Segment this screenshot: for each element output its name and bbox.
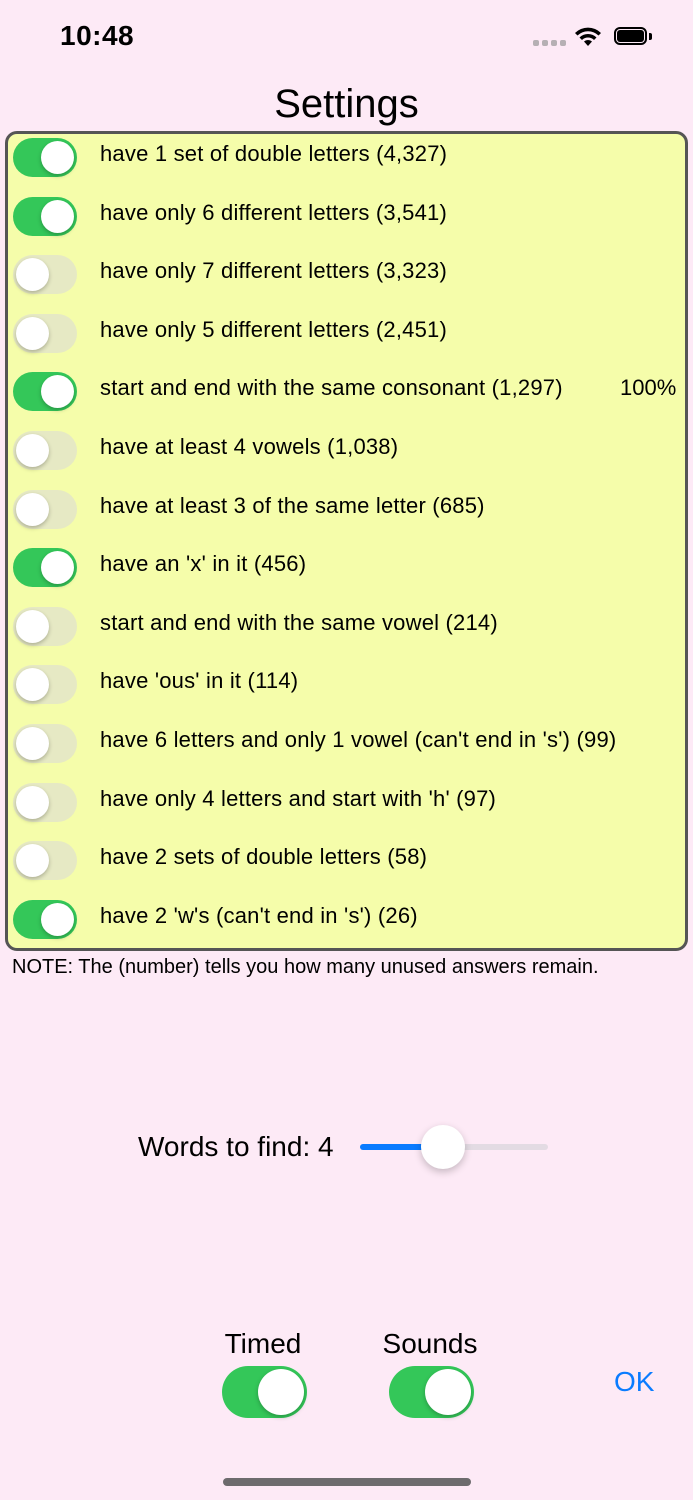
note-text: NOTE: The (number) tells you how many un…	[12, 956, 599, 978]
rule-label: have only 7 different letters (3,323)	[100, 258, 447, 284]
rule-row: start and end with the same consonant (1…	[8, 368, 691, 427]
rules-list: have 1 set of double letters (4,327) have…	[5, 131, 688, 951]
toggle-knob	[41, 199, 74, 233]
rule-toggle[interactable]	[13, 372, 77, 412]
rule-toggle[interactable]	[13, 724, 77, 763]
rule-row: have 'ous' in it (114)	[8, 661, 691, 720]
toggle-knob	[41, 902, 74, 936]
battery-icon	[614, 27, 652, 47]
toggle-knob	[16, 258, 49, 292]
rule-toggle[interactable]	[13, 899, 77, 939]
timed-label: Timed	[224, 1328, 302, 1359]
rule-row: have only 6 different letters (3,541)	[8, 193, 691, 252]
rule-row: have an 'x' in it (456)	[8, 544, 691, 603]
toggle-knob	[425, 1369, 471, 1415]
status-time: 10:48	[60, 20, 135, 51]
words-to-find-slider[interactable]	[360, 1125, 548, 1169]
rule-label: have at least 3 of the same letter (685)	[100, 492, 485, 518]
toggle-knob	[16, 434, 49, 467]
rule-row: have at least 4 vowels (1,038)	[8, 427, 691, 486]
status-bar: 10:48	[0, 0, 693, 80]
slider-thumb[interactable]	[420, 1125, 465, 1169]
rule-toggle[interactable]	[13, 255, 77, 295]
rule-percent: 100%	[620, 375, 677, 401]
toggle-knob	[16, 609, 49, 643]
rule-label: have an 'x' in it (456)	[100, 551, 307, 577]
rule-row: have 1 set of double letters (4,327)	[8, 134, 691, 193]
rule-toggle[interactable]	[13, 841, 77, 881]
rule-row: have at least 3 of the same letter (685)	[8, 486, 691, 545]
rule-row: have 6 letters and only 1 vowel (can't e…	[8, 720, 691, 779]
cellular-signal-icon	[533, 40, 566, 46]
rule-row: have 2 sets of double letters (58)	[8, 837, 691, 896]
rule-label: start and end with the same consonant (1…	[100, 375, 563, 401]
wifi-icon	[575, 27, 601, 46]
rule-row: have 2 'w's (can't end in 's') (26)	[8, 896, 691, 955]
rule-label: have only 6 different letters (3,541)	[100, 199, 447, 225]
slider-fill	[360, 1144, 431, 1150]
toggle-knob	[258, 1369, 304, 1415]
rule-toggle[interactable]	[13, 431, 77, 470]
rule-label: have 2 'w's (can't end in 's') (26)	[100, 902, 418, 928]
rule-label: have 6 letters and only 1 vowel (can't e…	[100, 727, 617, 752]
words-to-find-label: Words to find: 4	[138, 1131, 334, 1162]
rule-toggle[interactable]	[13, 782, 77, 822]
toggle-knob	[41, 551, 74, 585]
rule-toggle[interactable]	[13, 665, 77, 705]
timed-toggle[interactable]	[222, 1366, 307, 1418]
toggle-knob	[41, 375, 74, 409]
rule-label: have 'ous' in it (114)	[100, 668, 299, 694]
toggle-knob	[16, 492, 49, 526]
rule-label: have only 4 letters and start with 'h' (…	[100, 785, 497, 811]
toggle-knob	[16, 668, 49, 702]
rule-toggle[interactable]	[13, 196, 77, 236]
page-title: Settings	[274, 82, 419, 126]
toggle-knob	[41, 141, 74, 174]
sounds-toggle[interactable]	[389, 1366, 474, 1418]
toggle-knob	[16, 844, 49, 878]
rule-row: start and end with the same vowel (214)	[8, 603, 691, 662]
rule-toggle[interactable]	[13, 489, 77, 529]
toggle-knob	[16, 785, 49, 819]
rule-toggle[interactable]	[13, 138, 77, 177]
rule-label: have only 5 different letters (2,451)	[100, 316, 447, 342]
rule-toggle[interactable]	[13, 548, 77, 588]
rule-row: have only 5 different letters (2,451)	[8, 310, 691, 369]
home-indicator	[223, 1478, 471, 1486]
rule-toggle[interactable]	[13, 313, 77, 353]
rule-label: have 2 sets of double letters (58)	[100, 844, 428, 870]
sounds-label: Sounds	[382, 1328, 478, 1359]
rule-row: have only 7 different letters (3,323)	[8, 251, 691, 310]
rule-row: have only 4 letters and start with 'h' (…	[8, 779, 691, 838]
rule-label: start and end with the same vowel (214)	[100, 609, 498, 635]
rule-label: have 1 set of double letters (4,327)	[100, 141, 448, 166]
toggle-knob	[16, 316, 49, 350]
toggle-knob	[16, 727, 49, 760]
rule-label: have at least 4 vowels (1,038)	[100, 434, 399, 459]
ok-button[interactable]: OK	[614, 1366, 654, 1398]
rule-toggle[interactable]	[13, 606, 77, 646]
